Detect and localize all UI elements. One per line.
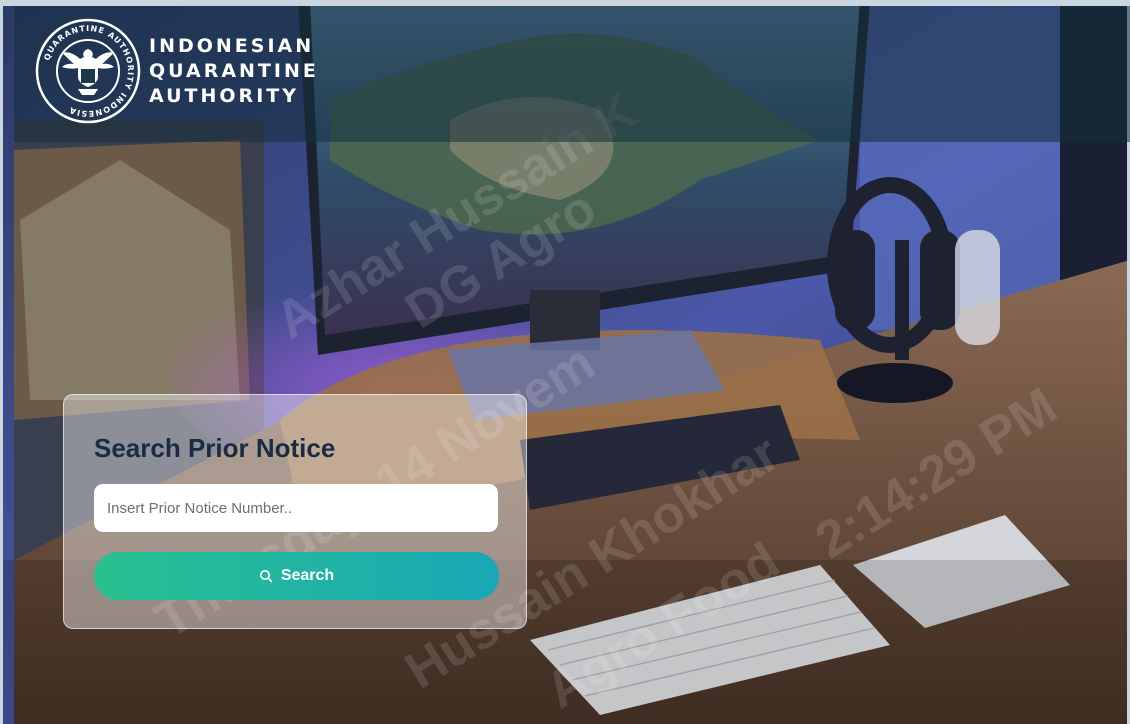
search-prior-notice-card: Search Prior Notice Search [63,394,527,629]
brand-name: INDONESIAN QUARANTINE AUTHORITY [149,34,319,109]
left-border [0,0,3,724]
search-button-label: Search [280,567,335,584]
search-card-title: Search Prior Notice [94,433,336,463]
brand-line-2: QUARANTINE [149,60,319,82]
brand-line-3: AUTHORITY [149,85,299,107]
search-button[interactable]: Search [94,552,499,600]
prior-notice-number-input[interactable] [94,484,498,532]
garuda-emblem-icon [62,49,114,95]
quarantine-authority-seal-logo: QUARANTINE AUTHORITY INDONESIA [35,18,141,124]
app-frame: Azhar Hussain K DG Agro Thursday, 14 Nov… [0,0,1130,724]
search-icon [259,570,273,583]
brand-line-1: INDONESIAN [149,35,315,57]
